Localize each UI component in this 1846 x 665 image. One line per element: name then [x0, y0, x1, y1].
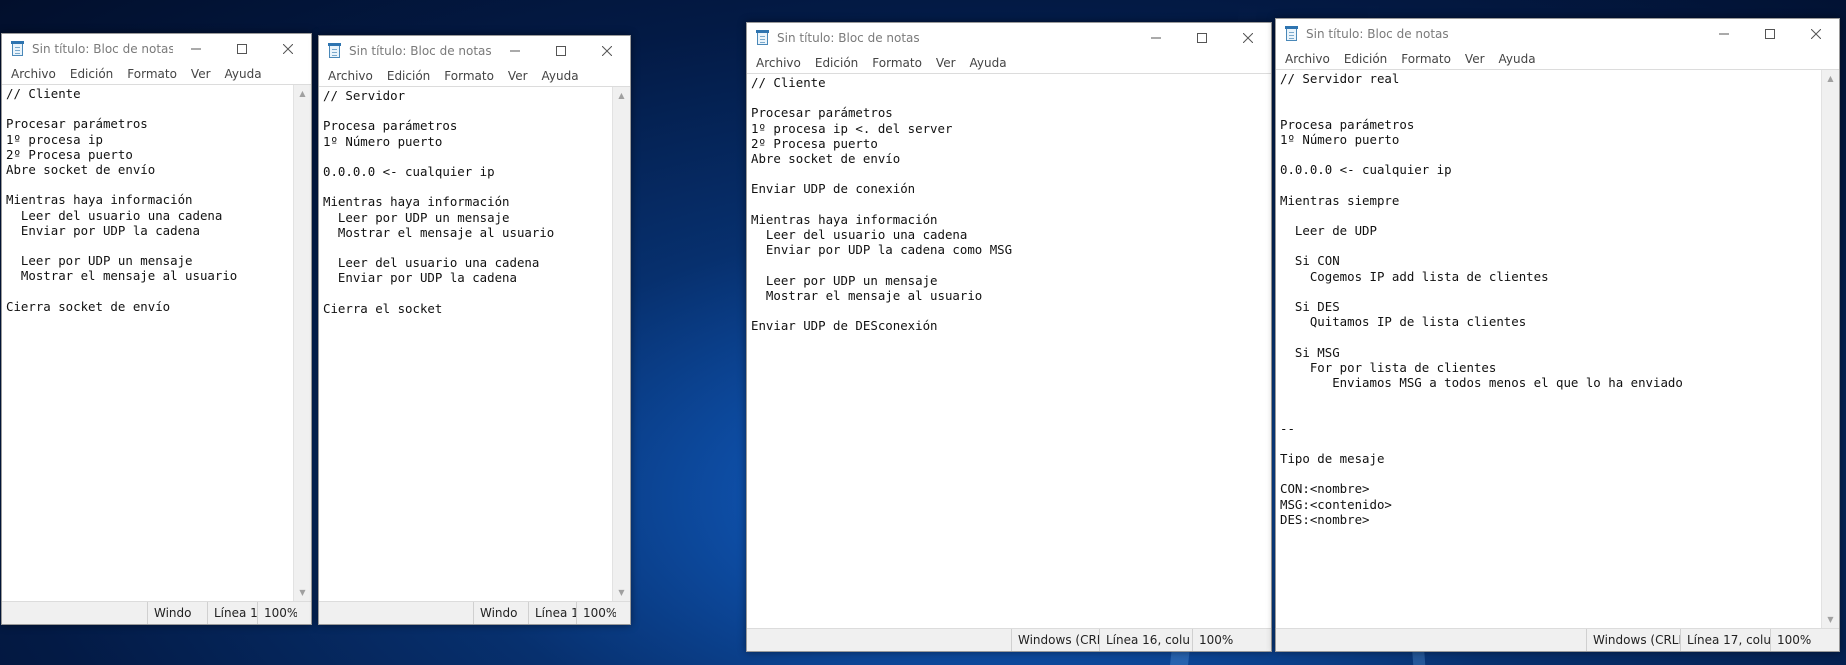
- vertical-scrollbar[interactable]: ▲ ▼: [612, 87, 630, 601]
- status-zoom: 100%: [257, 602, 297, 624]
- vertical-scrollbar[interactable]: ▲ ▼: [1821, 70, 1839, 628]
- menu-formato[interactable]: Formato: [1394, 52, 1458, 66]
- scroll-up-arrow-icon[interactable]: ▲: [1822, 70, 1839, 87]
- title-bar[interactable]: Sin título: Bloc de notas: [2, 34, 311, 64]
- status-zoom: 100%: [1770, 629, 1825, 651]
- menu-archivo[interactable]: Archivo: [4, 67, 63, 81]
- vertical-scrollbar[interactable]: ▲ ▼: [293, 85, 311, 601]
- menu-formato[interactable]: Formato: [865, 56, 929, 70]
- menu-ayuda[interactable]: Ayuda: [1492, 52, 1543, 66]
- notepad-icon: [1284, 26, 1300, 42]
- title-bar[interactable]: Sin título: Bloc de notas: [319, 36, 630, 66]
- status-encoding: Windows (CRI: [1011, 629, 1099, 651]
- close-button[interactable]: [265, 34, 311, 64]
- title-bar[interactable]: Sin título: Bloc de notas: [1276, 19, 1839, 49]
- notepad-window[interactable]: Sin título: Bloc de notas Archivo Edició…: [746, 22, 1272, 652]
- menu-ayuda[interactable]: Ayuda: [218, 67, 269, 81]
- maximize-button[interactable]: [1179, 23, 1225, 53]
- status-bar: Windo Línea 1 100%: [319, 601, 630, 624]
- editor-area: // Servidor Procesa parámetros 1º Número…: [319, 86, 630, 601]
- editor-area: // Cliente Procesar parámetros 1º proces…: [747, 73, 1271, 628]
- minimize-button[interactable]: [173, 34, 219, 64]
- notepad-window[interactable]: Sin título: Bloc de notas Archivo Edició…: [1275, 18, 1840, 652]
- close-button[interactable]: [1225, 23, 1271, 53]
- maximize-button[interactable]: [219, 34, 265, 64]
- maximize-button[interactable]: [1747, 19, 1793, 49]
- window-title: Sin título: Bloc de notas: [777, 31, 920, 45]
- close-button[interactable]: [1793, 19, 1839, 49]
- maximize-button[interactable]: [538, 36, 584, 66]
- menu-edicion[interactable]: Edición: [63, 67, 120, 81]
- notepad-icon: [10, 41, 26, 57]
- status-zoom: 100%: [1192, 629, 1257, 651]
- resize-grip-icon[interactable]: [1825, 629, 1839, 651]
- scroll-down-arrow-icon[interactable]: ▼: [1822, 611, 1839, 628]
- window-title: Sin título: Bloc de notas: [349, 44, 492, 58]
- menu-edicion[interactable]: Edición: [380, 69, 437, 83]
- scroll-down-arrow-icon[interactable]: ▼: [613, 584, 630, 601]
- menu-bar: Archivo Edición Formato Ver Ayuda: [747, 53, 1271, 73]
- text-editor[interactable]: // Servidor Procesa parámetros 1º Número…: [319, 87, 612, 601]
- window-title: Sin título: Bloc de notas: [32, 42, 173, 56]
- status-encoding: Windows (CRLI: [1586, 629, 1680, 651]
- status-bar: Windows (CRI Línea 16, colu 100%: [747, 628, 1271, 651]
- status-encoding: Windo: [147, 602, 207, 624]
- resize-grip-icon[interactable]: [1257, 629, 1271, 651]
- scroll-up-arrow-icon[interactable]: ▲: [613, 87, 630, 104]
- status-position: Línea 1: [207, 602, 257, 624]
- menu-ayuda[interactable]: Ayuda: [535, 69, 586, 83]
- menu-edicion[interactable]: Edición: [808, 56, 865, 70]
- menu-formato[interactable]: Formato: [437, 69, 501, 83]
- scroll-up-arrow-icon[interactable]: ▲: [294, 85, 311, 102]
- menu-ver[interactable]: Ver: [1458, 52, 1492, 66]
- text-editor[interactable]: // Cliente Procesar parámetros 1º proces…: [747, 74, 1271, 628]
- minimize-button[interactable]: [492, 36, 538, 66]
- menu-bar: Archivo Edición Formato Ver Ayuda: [2, 64, 311, 84]
- menu-formato[interactable]: Formato: [120, 67, 184, 81]
- menu-archivo[interactable]: Archivo: [1278, 52, 1337, 66]
- minimize-button[interactable]: [1701, 19, 1747, 49]
- menu-ayuda[interactable]: Ayuda: [963, 56, 1014, 70]
- menu-archivo[interactable]: Archivo: [749, 56, 808, 70]
- status-encoding: Windo: [473, 602, 528, 624]
- menu-ver[interactable]: Ver: [184, 67, 218, 81]
- status-position: Línea 16, colu: [1099, 629, 1192, 651]
- menu-ver[interactable]: Ver: [929, 56, 963, 70]
- resize-grip-icon[interactable]: [297, 602, 311, 624]
- menu-bar: Archivo Edición Formato Ver Ayuda: [319, 66, 630, 86]
- menu-edicion[interactable]: Edición: [1337, 52, 1394, 66]
- status-position: Línea 17, colum: [1680, 629, 1770, 651]
- status-zoom: 100%: [576, 602, 616, 624]
- menu-ver[interactable]: Ver: [501, 69, 535, 83]
- text-editor[interactable]: // Servidor real Procesa parámetros 1º N…: [1276, 70, 1821, 628]
- window-title: Sin título: Bloc de notas: [1306, 27, 1449, 41]
- minimize-button[interactable]: [1133, 23, 1179, 53]
- editor-area: // Servidor real Procesa parámetros 1º N…: [1276, 69, 1839, 628]
- notepad-icon: [327, 43, 343, 59]
- menu-bar: Archivo Edición Formato Ver Ayuda: [1276, 49, 1839, 69]
- title-bar[interactable]: Sin título: Bloc de notas: [747, 23, 1271, 53]
- scroll-down-arrow-icon[interactable]: ▼: [294, 584, 311, 601]
- notepad-icon: [755, 30, 771, 46]
- status-position: Línea 1: [528, 602, 576, 624]
- close-button[interactable]: [584, 36, 630, 66]
- menu-archivo[interactable]: Archivo: [321, 69, 380, 83]
- resize-grip-icon[interactable]: [616, 602, 630, 624]
- editor-area: // Cliente Procesar parámetros 1º proces…: [2, 84, 311, 601]
- notepad-window[interactable]: Sin título: Bloc de notas Archivo Edició…: [1, 33, 312, 625]
- text-editor[interactable]: // Cliente Procesar parámetros 1º proces…: [2, 85, 293, 601]
- notepad-window[interactable]: Sin título: Bloc de notas Archivo Edició…: [318, 35, 631, 625]
- status-bar: Windows (CRLI Línea 17, colum 100%: [1276, 628, 1839, 651]
- status-bar: Windo Línea 1 100%: [2, 601, 311, 624]
